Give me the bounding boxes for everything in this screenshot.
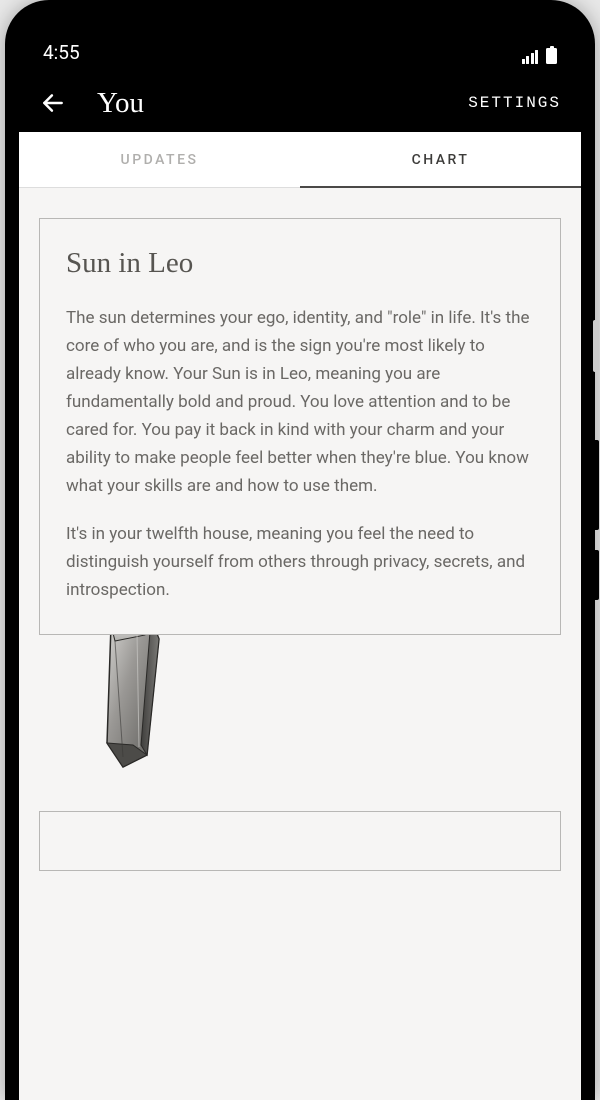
tab-updates[interactable]: UPDATES [19, 132, 300, 187]
scroll-content[interactable]: Sun in Leo The sun determines your ego, … [19, 188, 581, 871]
battery-icon [546, 48, 557, 64]
phone-side-button [593, 550, 599, 600]
card-title: Sun in Leo [66, 247, 534, 280]
tab-chart[interactable]: CHART [300, 132, 581, 187]
cell-signal-icon [522, 49, 539, 64]
content-area: UPDATES CHART Sun in Leo The sun determi… [19, 132, 581, 1100]
arrow-left-icon [40, 90, 66, 116]
status-bar: 4:55 [19, 14, 581, 74]
page-title: You [97, 87, 468, 120]
tab-bar: UPDATES CHART [19, 132, 581, 188]
crystal-decoration [89, 617, 561, 781]
card-body: The sun determines your ego, identity, a… [66, 304, 534, 604]
app-header: You SETTINGS [19, 74, 581, 132]
back-button[interactable] [39, 89, 67, 117]
phone-side-button [593, 440, 599, 530]
reading-card-next [39, 811, 561, 871]
screen: 4:55 You SETTINGS UPDATES CHART [19, 14, 581, 1100]
settings-button[interactable]: SETTINGS [468, 94, 561, 112]
phone-frame: 4:55 You SETTINGS UPDATES CHART [5, 0, 595, 1100]
card-paragraph: It's in your twelfth house, meaning you … [66, 520, 534, 604]
status-time: 4:55 [43, 41, 80, 64]
reading-card-sun: Sun in Leo The sun determines your ego, … [39, 218, 561, 635]
card-paragraph: The sun determines your ego, identity, a… [66, 304, 534, 500]
crystal-icon [89, 617, 179, 777]
phone-side-button [593, 320, 599, 372]
